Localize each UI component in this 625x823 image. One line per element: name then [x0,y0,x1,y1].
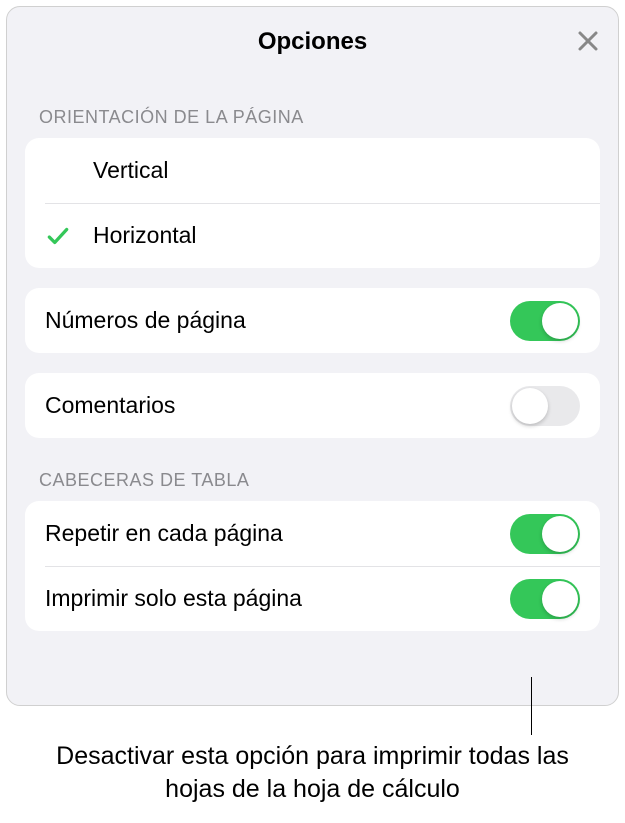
orientation-section-header: ORIENTACIÓN DE LA PÁGINA [25,67,600,138]
callout-text: Desactivar esta opción para imprimir tod… [40,740,585,805]
options-panel: Opciones ORIENTACIÓN DE LA PÁGINA Vertic… [6,6,619,706]
toggle-knob [542,581,578,617]
checkmark-icon [45,223,71,249]
option-label: Vertical [93,157,580,184]
page-numbers-toggle[interactable] [510,301,580,341]
panel-header: Opciones [7,7,618,67]
orientation-group: Vertical Horizontal [25,138,600,268]
toggle-knob [542,303,578,339]
row-label: Imprimir solo esta página [45,585,510,612]
print-only-this-sheet-toggle[interactable] [510,579,580,619]
panel-title: Opciones [258,28,367,56]
toggle-knob [512,388,548,424]
table-headers-group: Repetir en cada página Imprimir solo est… [25,501,600,631]
orientation-option-vertical[interactable]: Vertical [25,138,600,203]
repeat-headers-toggle[interactable] [510,514,580,554]
comments-group: Comentarios [25,373,600,438]
close-icon [576,29,600,53]
comments-toggle[interactable] [510,386,580,426]
panel-content: ORIENTACIÓN DE LA PÁGINA Vertical Horizo… [7,67,618,631]
option-label: Horizontal [93,222,580,249]
page-numbers-row: Números de página [25,288,600,353]
close-button[interactable] [576,29,600,53]
row-label: Comentarios [45,392,510,419]
callout-leader-line [531,677,532,735]
row-label: Números de página [45,307,510,334]
row-label: Repetir en cada página [45,520,510,547]
comments-row: Comentarios [25,373,600,438]
page-numbers-group: Números de página [25,288,600,353]
table-headers-section-header: CABECERAS DE TABLA [25,438,600,501]
print-only-this-sheet-row: Imprimir solo esta página [25,566,600,631]
orientation-option-horizontal[interactable]: Horizontal [25,203,600,268]
toggle-knob [542,516,578,552]
check-slot [45,223,93,249]
repeat-headers-row: Repetir en cada página [25,501,600,566]
